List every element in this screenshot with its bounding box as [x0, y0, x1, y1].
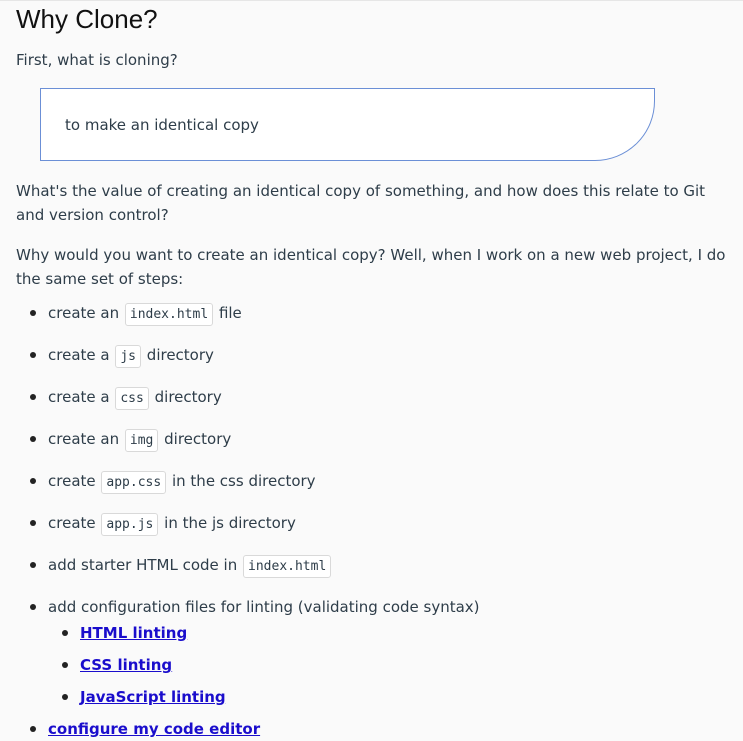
intro-text: First, what is cloning? [16, 51, 178, 69]
step-text: create [48, 514, 96, 532]
bullet-icon [30, 394, 36, 400]
inline-code: app.css [101, 471, 167, 494]
step-text: create an [48, 304, 120, 322]
step-text: in the css directory [171, 472, 316, 490]
list-item: create an img directory [16, 427, 727, 453]
list-item: JavaScript linting [48, 685, 727, 709]
inline-code: index.html [124, 303, 214, 326]
bullet-icon [62, 694, 68, 700]
step-text: create [48, 472, 96, 490]
list-item: configure my code editor [16, 717, 727, 741]
step-text: create an [48, 430, 120, 448]
linting-sublist: HTML linting CSS linting JavaScript lint… [48, 621, 727, 709]
bullet-icon [30, 562, 36, 568]
definition-text: to make an identical copy [65, 116, 259, 134]
bullet-icon [30, 726, 36, 732]
bullet-icon [30, 604, 36, 610]
list-item: create a js directory [16, 343, 727, 369]
bullet-icon [30, 310, 36, 316]
step-text: in the js directory [164, 514, 296, 532]
step-text: directory [154, 388, 222, 406]
value-paragraph: What's the value of creating an identica… [16, 182, 706, 224]
inline-code: css [115, 387, 149, 410]
list-item: HTML linting [48, 621, 727, 645]
definition-callout: to make an identical copy [40, 88, 655, 161]
list-item: CSS linting [48, 653, 727, 677]
inline-code: js [115, 345, 142, 368]
list-item: add starter HTML code in index.html [16, 553, 727, 579]
inline-code: img [124, 429, 159, 452]
html-linting-link[interactable]: HTML linting [80, 624, 187, 642]
step-text: file [218, 304, 242, 322]
bullet-icon [30, 478, 36, 484]
step-text: create a [48, 388, 110, 406]
javascript-linting-link[interactable]: JavaScript linting [80, 688, 226, 706]
bullet-icon [62, 630, 68, 636]
top-divider [0, 0, 743, 1]
bullet-icon [62, 662, 68, 668]
bullet-icon [30, 520, 36, 526]
step-text: create a [48, 346, 110, 364]
step-text: directory [146, 346, 214, 364]
inline-code: app.js [101, 513, 159, 536]
step-text: add configuration files for linting (val… [48, 598, 480, 616]
step-text: add starter HTML code in [48, 556, 238, 574]
steps-list: create an index.html file create a js di… [16, 301, 727, 741]
css-linting-link[interactable]: CSS linting [80, 656, 172, 674]
inline-code: index.html [243, 555, 332, 578]
list-item: add configuration files for linting (val… [16, 595, 727, 709]
page-title: Why Clone? [16, 4, 158, 34]
list-item: create app.js in the js directory [16, 511, 727, 537]
page: Why Clone? First, what is cloning? to ma… [0, 0, 743, 738]
list-item: create a css directory [16, 385, 727, 411]
bullet-icon [30, 436, 36, 442]
bullet-icon [30, 352, 36, 358]
steps-intro-paragraph: Why would you want to create an identica… [16, 246, 726, 288]
list-item: create app.css in the css directory [16, 469, 727, 495]
code-editor-link[interactable]: configure my code editor [48, 720, 260, 738]
step-text: directory [164, 430, 232, 448]
list-item: create an index.html file [16, 301, 727, 327]
